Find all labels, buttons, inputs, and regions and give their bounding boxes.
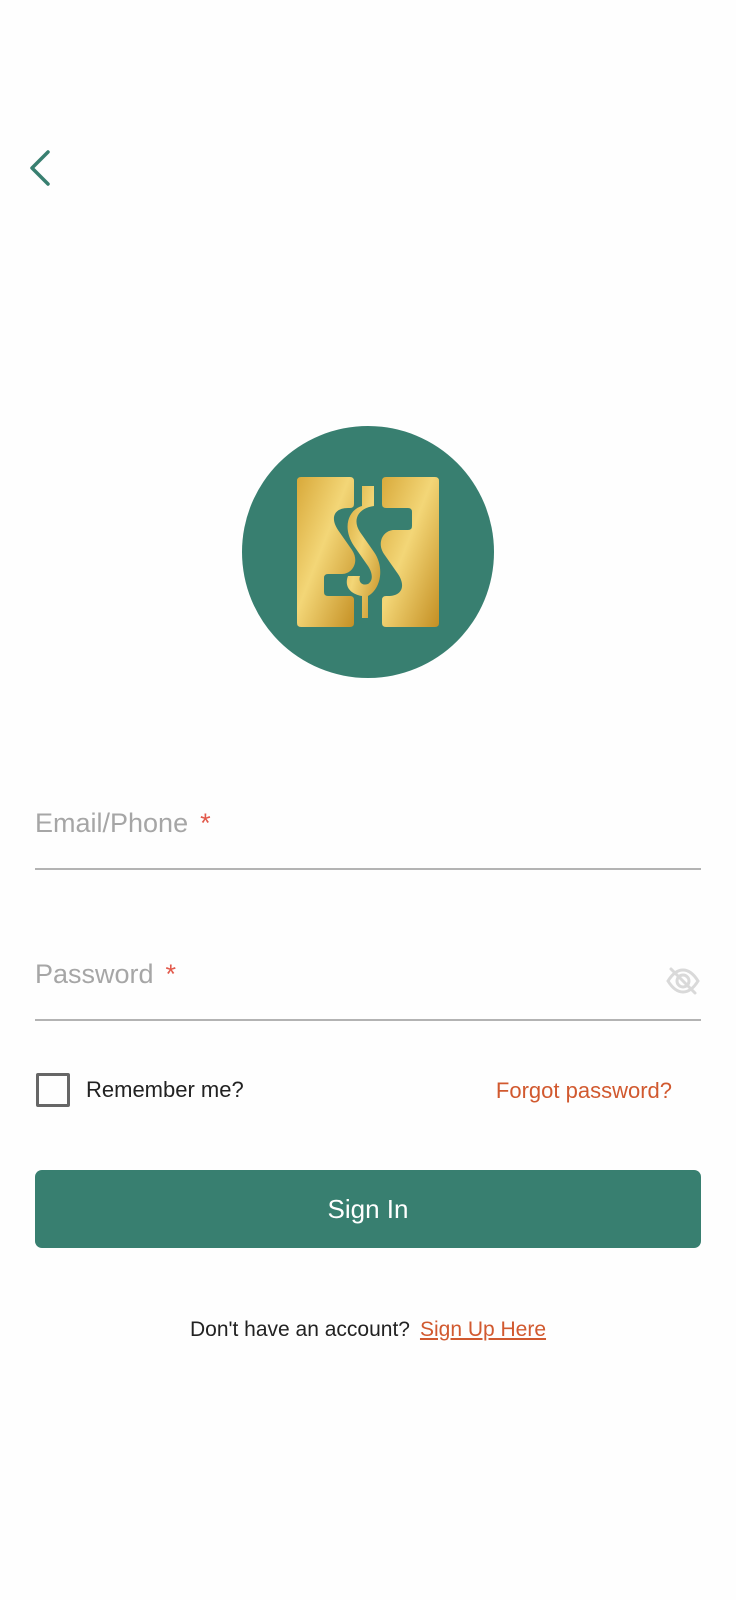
signup-prompt: Don't have an account? Sign Up Here	[0, 1318, 736, 1342]
remember-label: Remember me?	[86, 1077, 244, 1102]
app-logo	[242, 426, 494, 678]
signup-prompt-text: Don't have an account?	[189, 1318, 410, 1341]
chevron-left-icon	[30, 150, 50, 186]
email-input[interactable]	[35, 790, 701, 868]
remember-me[interactable]: Remember me?	[36, 1073, 244, 1107]
forgot-password-link[interactable]: Forgot password?	[496, 1078, 672, 1104]
back-button[interactable]	[20, 144, 60, 192]
password-input[interactable]	[35, 941, 645, 1019]
remember-checkbox[interactable]	[36, 1073, 70, 1107]
password-field[interactable]: Password *	[35, 941, 701, 1021]
sign-up-link[interactable]: Sign Up Here	[420, 1318, 546, 1341]
eye-off-icon[interactable]	[665, 963, 701, 999]
sign-in-button[interactable]: Sign In	[35, 1170, 701, 1248]
email-field[interactable]: Email/Phone *	[35, 790, 701, 870]
